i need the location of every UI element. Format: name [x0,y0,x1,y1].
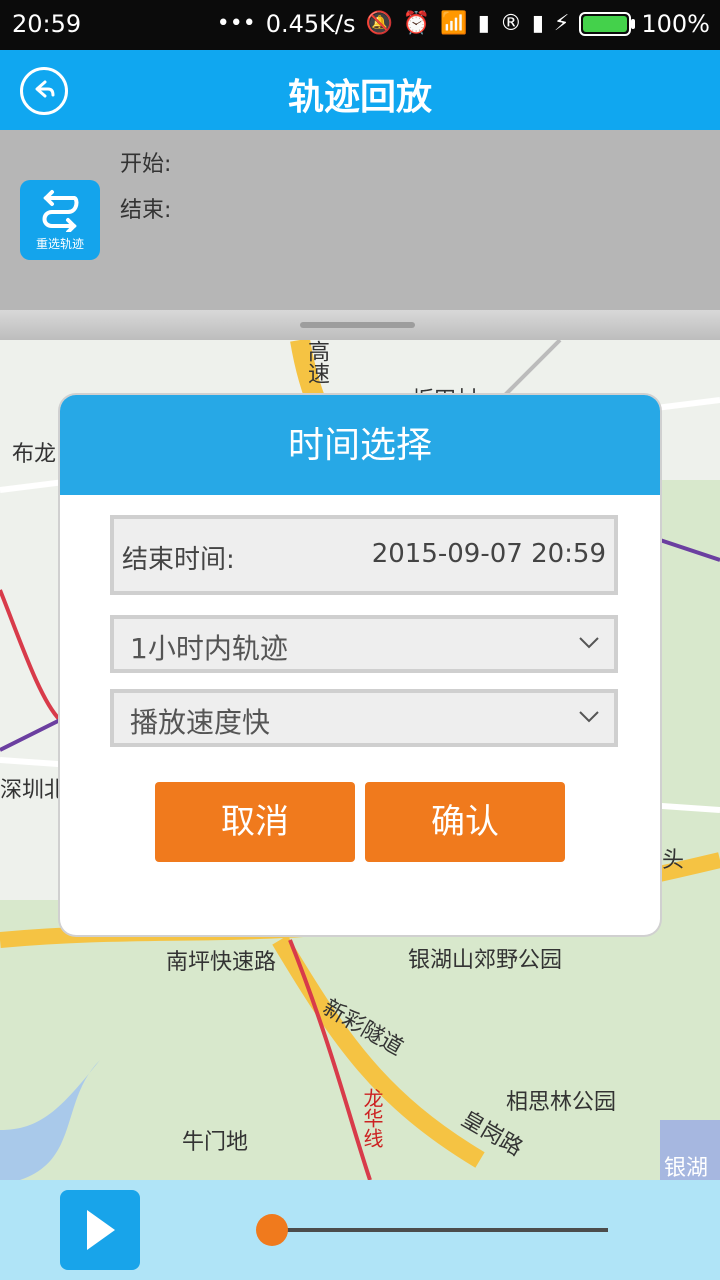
dialog-title: 时间选择 [60,395,660,495]
dots-icon: ••• [216,11,256,36]
roaming-icon: ® [499,11,522,36]
progress-knob[interactable] [256,1214,288,1246]
alarm-icon: ⏰ [402,11,431,36]
map-label: 高速 [304,340,329,384]
map-label: 银湖山郊野公园 [408,948,563,973]
reselect-label: 重选轨迹 [35,237,84,251]
speed-select[interactable]: 播放速度快 [110,689,618,747]
mute-icon: 🔕 [365,11,393,36]
chevron-down-icon [579,637,599,649]
charging-icon: ⚡ [553,11,570,36]
confirm-button[interactable]: 确认 [365,782,565,862]
reselect-track-button[interactable]: 重选轨迹 [20,180,100,260]
status-bar: 20:59 ••• 0.45K/s 🔕 ⏰ 📶 ▮ ® ▮ ⚡ 100% [0,0,720,50]
time-select-dialog: 时间选择 结束时间: 2015-09-07 20:59 1小时内轨迹 播放速度快… [60,395,660,935]
play-icon [87,1210,115,1250]
status-right: ••• 0.45K/s 🔕 ⏰ 📶 ▮ ® ▮ ⚡ 100% [217,10,710,38]
map-label: 龙华线 [360,1088,384,1148]
panel-collapse-bar[interactable] [0,310,720,341]
title-bar: 轨迹回放 [0,50,720,130]
swap-route-icon [42,190,79,232]
map-label: 南坪快速路 [166,950,277,975]
network-speed: 0.45K/s [265,10,356,38]
playback-bar [0,1180,720,1280]
battery-percent: 100% [641,10,710,38]
signal-icon: ▮ [477,11,490,36]
map-label: 头 [662,848,685,873]
end-time-value: 2015-09-07 20:59 [371,539,606,569]
cancel-button[interactable]: 取消 [155,782,355,862]
map-label: 银湖 [664,1156,709,1180]
status-time: 20:59 [12,10,82,38]
start-label: 开始: [120,152,172,177]
end-time-field[interactable]: 结束时间: 2015-09-07 20:59 [110,515,618,595]
chevron-down-icon [579,711,599,723]
info-panel: 重选轨迹 开始: 结束: [0,130,720,310]
speed-select-value: 播放速度快 [130,706,271,739]
signal-icon-2: ▮ [531,11,544,36]
map-label: 深圳北 [0,778,67,803]
range-select-value: 1小时内轨迹 [130,632,288,665]
battery-icon [579,12,636,36]
map-label: 相思林公园 [506,1090,617,1115]
range-select[interactable]: 1小时内轨迹 [110,615,618,673]
page-title: 轨迹回放 [287,77,432,118]
end-label: 结束: [120,198,172,223]
end-time-label: 结束时间: [122,545,235,575]
map-label: 布龙 [12,442,57,467]
wifi-icon: 📶 [440,11,468,36]
map-label: 牛门地 [182,1130,249,1155]
play-button[interactable] [60,1190,140,1270]
drag-handle[interactable] [300,322,415,328]
progress-track[interactable] [272,1228,608,1232]
